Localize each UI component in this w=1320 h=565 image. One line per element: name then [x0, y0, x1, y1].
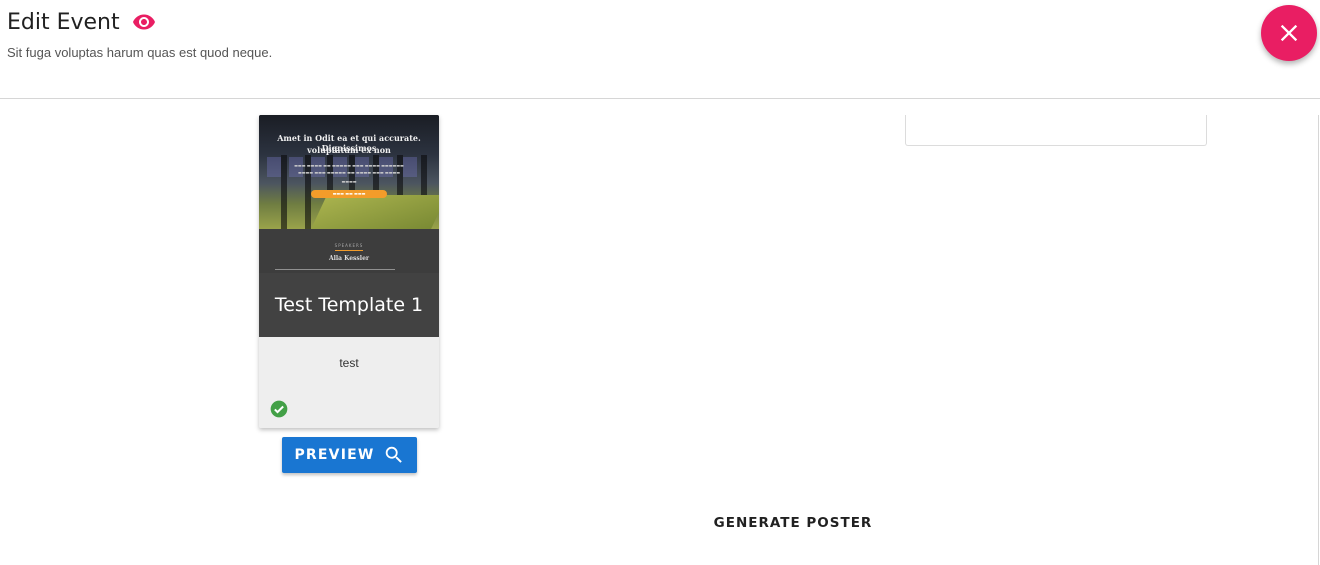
generate-poster-label: GENERATE POSTER — [713, 515, 873, 531]
dialog-header: Edit Event Sit fuga voluptas harum quas … — [0, 0, 1320, 99]
page-title: Edit Event — [7, 9, 120, 35]
panel-divider — [1318, 115, 1319, 565]
preview-button-label: PREVIEW — [294, 447, 375, 463]
template-description: test — [339, 356, 359, 370]
form-field[interactable] — [905, 115, 1207, 146]
template-preview-pill: ▬▬▬ ▬▬ ▬▬▬ — [311, 190, 387, 198]
template-name-bar: Test Template 1 — [259, 273, 439, 337]
title-row: Edit Event — [7, 9, 157, 35]
template-name: Test Template 1 — [274, 294, 424, 316]
speaker-divider — [335, 250, 363, 251]
template-card-body: test — [259, 337, 439, 428]
eye-icon[interactable] — [131, 9, 157, 35]
speaker-name: Alla Kessler — [328, 255, 370, 262]
template-photo: Amet in Odit ea et qui accurate. Digniss… — [259, 115, 439, 229]
generate-poster-button[interactable]: GENERATE POSTER — [708, 505, 878, 541]
template-card[interactable]: Amet in Odit ea et qui accurate. Digniss… — [259, 115, 439, 428]
template-preview-body: ▬▬▬ ▬▬▬▬ ▬▬ ▬▬▬▬▬ ▬▬▬ ▬▬▬▬ ▬▬▬▬▬▬ — [294, 163, 404, 168]
check-circle-icon — [270, 400, 288, 418]
template-speaker-section: SPEAKERS Alla Kessler ▬▬▬▬▬▬▬▬▬▬▬▬▬▬▬▬▬▬… — [259, 229, 439, 273]
template-preview-body-2: ▬▬▬▬ ▬▬▬ ▬▬▬▬▬ ▬▬ ▬▬▬▬ ▬▬▬ ▬▬▬▬ — [297, 170, 401, 175]
preview-button[interactable]: PREVIEW — [282, 437, 417, 473]
template-preview-body-3: ▬▬▬▬ — [341, 179, 357, 184]
close-button[interactable] — [1261, 5, 1317, 61]
speaker-description: ▬▬▬▬▬▬▬▬▬▬▬▬▬▬▬▬▬▬▬▬▬▬▬▬▬▬▬▬▬▬▬▬▬▬▬▬▬▬▬▬ — [275, 267, 395, 271]
search-icon — [385, 446, 402, 463]
template-preview-heading-2: voluptatum ex non — [307, 145, 391, 155]
close-icon — [1280, 24, 1298, 42]
speaker-kicker: SPEAKERS — [334, 243, 364, 248]
template-thumbnail: Amet in Odit ea et qui accurate. Digniss… — [259, 115, 439, 337]
event-description: Sit fuga voluptas harum quas est quod ne… — [7, 45, 273, 60]
